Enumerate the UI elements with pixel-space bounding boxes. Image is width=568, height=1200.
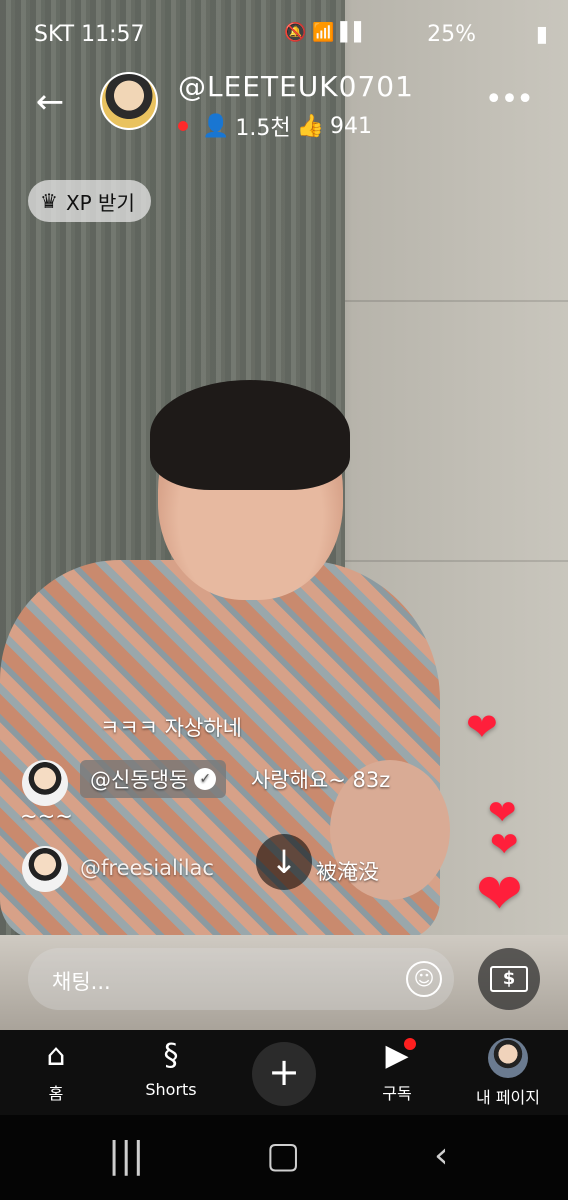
battery-percent: 25% bbox=[427, 22, 476, 47]
live-dot-icon bbox=[178, 121, 188, 131]
nav-my-page[interactable]: 내 페이지 bbox=[470, 1038, 546, 1108]
chat-body: @신동댕동 ✓ 사랑해요~ 83z ~~~ bbox=[20, 760, 391, 828]
chat-input[interactable]: 채팅... ☺ bbox=[28, 948, 454, 1010]
heart-reaction-icon: ❤ bbox=[466, 705, 498, 749]
live-header: ← @LEETEUK0701 👤 1.5천 👍 941 ••• bbox=[0, 70, 568, 142]
emoji-icon[interactable]: ☺ bbox=[406, 961, 442, 997]
carrier-time: SKT 11:57 bbox=[34, 22, 145, 47]
chat-text: 被淹没 bbox=[315, 860, 379, 884]
chat-input-placeholder: 채팅... bbox=[52, 970, 111, 994]
status-icons: 🔕 📶 ▌▌ bbox=[284, 22, 368, 43]
viewer-count: 1.5천 bbox=[235, 116, 291, 141]
shorts-icon: § bbox=[163, 1038, 179, 1073]
crown-icon: ♛ bbox=[40, 189, 58, 213]
chat-username[interactable]: @freesialilac bbox=[80, 856, 214, 880]
back-chevron-icon[interactable]: ‹ bbox=[434, 1135, 448, 1176]
chat-avatar[interactable] bbox=[22, 760, 68, 806]
nav-subscriptions[interactable]: ▶ 구독 bbox=[372, 1038, 422, 1104]
live-stats: 👤 1.5천 👍 941 bbox=[178, 110, 372, 142]
notification-dot bbox=[404, 1038, 416, 1050]
profile-avatar bbox=[488, 1038, 528, 1078]
nav-my-page-label: 내 페이지 bbox=[476, 1088, 540, 1107]
system-navigation: ||| ▢ ‹ bbox=[0, 1115, 568, 1200]
streamer-hair bbox=[150, 380, 350, 490]
like-count: 941 bbox=[330, 113, 373, 139]
create-button[interactable]: + bbox=[252, 1042, 316, 1106]
dollar-icon: $ bbox=[490, 966, 528, 992]
chat-avatar[interactable] bbox=[22, 846, 68, 892]
nav-home-label: 홈 bbox=[48, 1084, 64, 1103]
viewer-icon: 👤 bbox=[202, 113, 230, 139]
chat-text-continued: ~~~ bbox=[20, 804, 73, 828]
chat-message: @freesialilac 被淹没 bbox=[22, 846, 379, 892]
channel-handle[interactable]: @LEETEUK0701 bbox=[178, 70, 414, 103]
xp-button-label: XP 받기 bbox=[65, 190, 135, 215]
chat-text: 사랑해요~ 83z bbox=[250, 768, 391, 792]
nav-subscriptions-label: 구독 bbox=[382, 1084, 412, 1103]
status-bar: SKT 11:57 🔕 📶 ▌▌ 25% ▮ bbox=[0, 18, 568, 54]
nav-shorts-label: Shorts bbox=[145, 1080, 197, 1099]
nav-home[interactable]: ⌂ 홈 bbox=[34, 1038, 78, 1104]
scroll-down-arrow-icon[interactable]: ↓ bbox=[256, 834, 312, 890]
channel-avatar[interactable] bbox=[100, 72, 158, 130]
chat-username-tag[interactable]: @신동댕동 ✓ bbox=[80, 760, 227, 798]
home-icon: ⌂ bbox=[46, 1038, 66, 1073]
heart-reaction-icon: ❤ bbox=[476, 862, 523, 927]
more-options-icon[interactable]: ••• bbox=[485, 82, 534, 117]
thumbs-up-icon: 👍 bbox=[296, 113, 325, 139]
chat-message: @신동댕동 ✓ 사랑해요~ 83z ~~~ bbox=[20, 760, 391, 828]
battery-icon: ▮ bbox=[535, 22, 548, 47]
back-arrow-icon[interactable]: ← bbox=[30, 82, 70, 122]
xp-button[interactable]: ♛ XP 받기 bbox=[28, 180, 151, 222]
chat-username: @신동댕동 bbox=[90, 768, 189, 792]
wall-seam bbox=[345, 300, 568, 302]
bottom-navigation: ⌂ 홈 § Shorts + ▶ 구독 내 페이지 bbox=[0, 1030, 568, 1115]
nav-shorts[interactable]: § Shorts bbox=[136, 1038, 206, 1099]
recents-icon[interactable]: ||| bbox=[108, 1135, 144, 1176]
super-chat-button[interactable]: $ bbox=[478, 948, 540, 1010]
home-circle-icon[interactable]: ▢ bbox=[266, 1135, 300, 1176]
verified-check-icon: ✓ bbox=[194, 768, 217, 790]
chat-message: ㅋㅋㅋ 자상하네 bbox=[100, 716, 242, 740]
heart-reaction-icon: ❤ bbox=[490, 825, 519, 865]
